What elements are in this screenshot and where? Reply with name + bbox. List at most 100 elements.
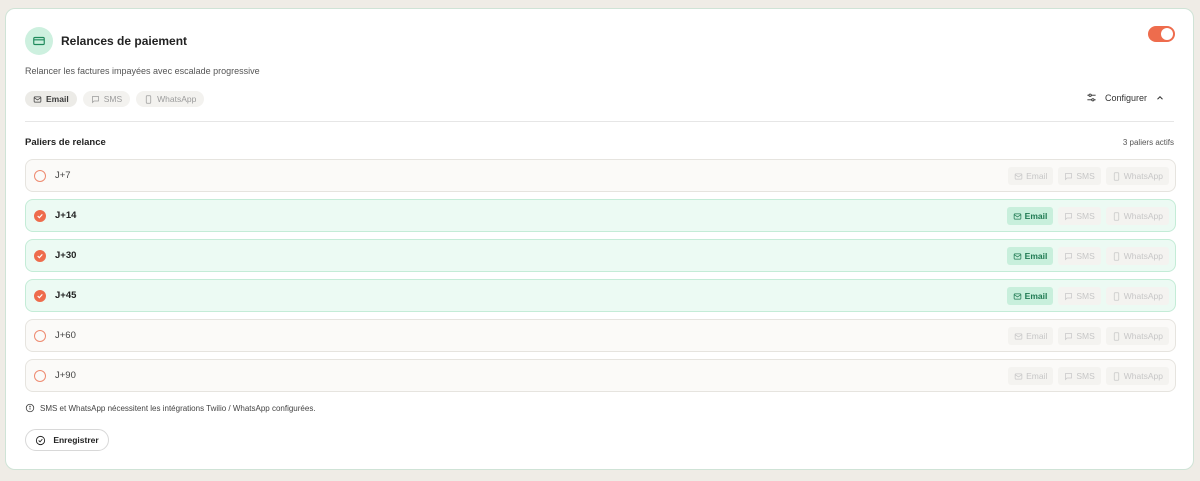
tier-checkbox[interactable]: [34, 209, 46, 222]
channel-chips: Email SMS WhatsApp: [25, 91, 205, 107]
phone-icon: [1113, 331, 1119, 341]
mail-icon: [1014, 173, 1023, 179]
mail-icon: [1013, 253, 1021, 259]
phone-icon: [1113, 291, 1119, 301]
channel-label: WhatsApp: [1123, 371, 1163, 381]
tier-row-j7[interactable]: J+7 Email SMS WhatsApp: [25, 159, 1176, 192]
channel-label: Email: [1026, 171, 1048, 181]
tier-row-j60[interactable]: J+60 Email SMS WhatsApp: [25, 319, 1176, 352]
check-icon: [37, 213, 43, 219]
channel-label: WhatsApp: [1123, 171, 1163, 181]
tier-row-j14[interactable]: J+14 Email SMS WhatsApp: [25, 199, 1176, 232]
tier-channel-sms[interactable]: SMS: [1058, 367, 1101, 385]
channel-chip-label: SMS: [103, 94, 123, 104]
channel-label: WhatsApp: [1123, 251, 1163, 261]
tier-channel-whatsapp[interactable]: WhatsApp: [1105, 207, 1169, 225]
channel-chip-whatsapp[interactable]: WhatsApp: [136, 91, 205, 107]
tier-row-j90[interactable]: J+90 Email SMS WhatsApp: [25, 359, 1176, 392]
note-text: SMS et WhatsApp nécessitent les intégrat…: [40, 403, 316, 413]
tier-checkbox[interactable]: [34, 329, 46, 342]
chevron-up-icon: [1157, 95, 1163, 100]
tier-label: J+7: [55, 170, 71, 181]
mail-icon: [1013, 213, 1021, 219]
payment-reminders-card: Relances de paiement Relancer les factur…: [5, 8, 1194, 470]
enable-toggle[interactable]: [1148, 26, 1175, 42]
tier-label: J+60: [55, 330, 76, 341]
tier-channels: Email SMS WhatsApp: [1008, 167, 1169, 185]
phone-icon: [1113, 171, 1119, 181]
tier-channels: Email SMS WhatsApp: [1006, 247, 1169, 265]
phone-icon: [1113, 211, 1119, 221]
tier-checkbox[interactable]: [34, 289, 46, 302]
channel-label: WhatsApp: [1123, 331, 1163, 341]
tier-channel-sms[interactable]: SMS: [1058, 287, 1101, 305]
check-circle-icon: [36, 435, 46, 445]
tier-channel-email[interactable]: Email: [1006, 207, 1054, 225]
tier-channel-sms[interactable]: SMS: [1058, 247, 1101, 265]
tiers-active-count: 3 paliers actifs: [1122, 138, 1174, 147]
tier-channel-email[interactable]: Email: [1008, 167, 1054, 185]
tier-channels: Email SMS WhatsApp: [1006, 287, 1169, 305]
tier-channel-sms[interactable]: SMS: [1058, 167, 1101, 185]
tier-label: J+30: [55, 250, 77, 261]
channel-label: Email: [1026, 331, 1048, 341]
tier-checkbox[interactable]: [34, 249, 46, 262]
channel-label: SMS: [1076, 331, 1095, 341]
tier-row-j30[interactable]: J+30 Email SMS WhatsApp: [25, 239, 1176, 272]
mail-icon: [33, 96, 42, 102]
channel-label: WhatsApp: [1123, 211, 1163, 221]
message-icon: [1065, 252, 1073, 260]
tier-checkbox[interactable]: [34, 169, 46, 182]
configure-label: Configurer: [1104, 92, 1147, 103]
integration-note: SMS et WhatsApp nécessitent les intégrat…: [25, 403, 316, 413]
save-button[interactable]: Enregistrer: [25, 429, 109, 451]
channel-label: SMS: [1076, 371, 1095, 381]
sliders-icon: [1087, 93, 1096, 102]
tier-channel-whatsapp[interactable]: WhatsApp: [1105, 287, 1169, 305]
tier-channel-email[interactable]: Email: [1008, 367, 1054, 385]
tier-channel-sms[interactable]: SMS: [1058, 207, 1101, 225]
message-icon: [91, 95, 99, 103]
info-icon: [25, 403, 35, 413]
tier-label: J+45: [55, 290, 77, 301]
tier-label: J+14: [55, 210, 77, 221]
mail-icon: [1014, 333, 1023, 339]
tier-channel-email[interactable]: Email: [1006, 247, 1054, 265]
tier-row-j45[interactable]: J+45 Email SMS WhatsApp: [25, 279, 1176, 312]
tier-channel-whatsapp[interactable]: WhatsApp: [1105, 327, 1169, 345]
divider: [25, 121, 1174, 122]
card-subtitle: Relancer les factures impayées avec esca…: [25, 66, 260, 76]
mail-icon: [1014, 373, 1023, 379]
tier-channels: Email SMS WhatsApp: [1008, 367, 1169, 385]
configure-button[interactable]: Configurer: [1086, 92, 1165, 103]
channel-label: Email: [1024, 251, 1048, 261]
channel-chip-sms[interactable]: SMS: [82, 91, 131, 107]
tier-channels: Email SMS WhatsApp: [1008, 327, 1169, 345]
check-icon: [37, 293, 43, 299]
tier-channel-whatsapp[interactable]: WhatsApp: [1105, 247, 1169, 265]
channel-label: WhatsApp: [1123, 291, 1163, 301]
channel-label: SMS: [1076, 291, 1095, 301]
mail-icon: [1013, 293, 1021, 299]
tier-channel-email[interactable]: Email: [1006, 287, 1054, 305]
tier-checkbox[interactable]: [34, 369, 46, 382]
channel-label: SMS: [1076, 211, 1095, 221]
channel-chip-label: Email: [46, 94, 69, 104]
channel-label: Email: [1024, 211, 1048, 221]
message-icon: [1065, 292, 1073, 300]
tier-channel-whatsapp[interactable]: WhatsApp: [1105, 367, 1169, 385]
tier-channel-whatsapp[interactable]: WhatsApp: [1105, 167, 1169, 185]
channel-label: Email: [1024, 291, 1048, 301]
phone-icon: [1113, 371, 1119, 381]
tier-label: J+90: [55, 370, 76, 381]
channel-label: SMS: [1076, 251, 1095, 261]
phone-icon: [145, 94, 152, 104]
phone-icon: [1113, 251, 1119, 261]
message-icon: [1065, 172, 1073, 180]
channel-chip-email[interactable]: Email: [25, 91, 77, 107]
tier-channels: Email SMS WhatsApp: [1006, 207, 1169, 225]
tiers-list: J+7 Email SMS WhatsApp J+14 Email SMS Wh…: [25, 159, 1176, 399]
tier-channel-email[interactable]: Email: [1008, 327, 1054, 345]
tier-channel-sms[interactable]: SMS: [1058, 327, 1101, 345]
check-icon: [37, 253, 43, 259]
